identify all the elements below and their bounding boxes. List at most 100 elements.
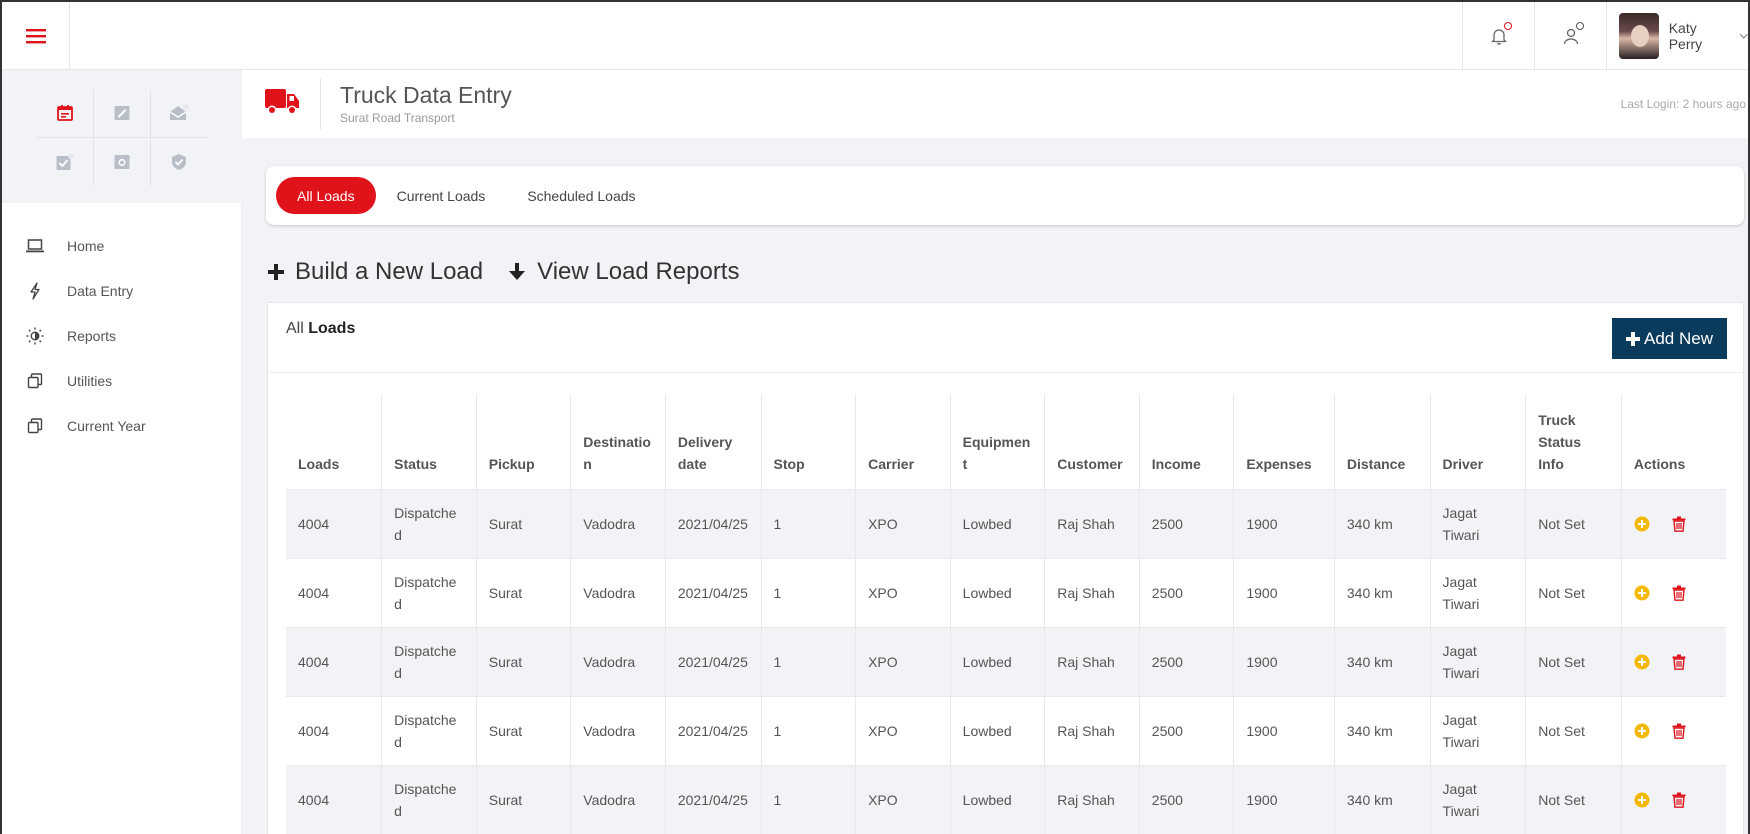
- truck-icon: [265, 89, 299, 115]
- table-row[interactable]: 4004 Dispatched Surat Vadodra 2021/04/25 1 XPO…: [286, 626, 1726, 696]
- tab-all-loads[interactable]: All Loads: [276, 177, 376, 214]
- table-cell: 2500: [1139, 764, 1235, 834]
- column-header[interactable]: Distance: [1334, 394, 1431, 489]
- sidebar-item-reports[interactable]: Reports: [2, 313, 241, 358]
- quick-checklist-button[interactable]: [37, 137, 94, 186]
- table-cell: 2500: [1139, 695, 1235, 765]
- tab-current-loads[interactable]: Current Loads: [376, 177, 507, 214]
- table-body: 4004 Dispatched Surat Vadodra 2021/04/25 1 XPO…: [286, 488, 1726, 834]
- table-cell: Lowbed: [950, 488, 1046, 558]
- table-cell: Vadodra: [570, 764, 666, 834]
- table-cell: 1: [761, 626, 857, 696]
- sidebar-item-label: Utilities: [67, 372, 113, 389]
- table-cell: 340 km: [1334, 488, 1431, 558]
- column-header[interactable]: Status: [381, 394, 477, 489]
- table-cell: 2500: [1139, 626, 1235, 696]
- plus-icon: [268, 264, 284, 280]
- actions-cell: [1621, 695, 1726, 765]
- table-cell: Lowbed: [950, 764, 1046, 834]
- table-cell: Vadodra: [570, 626, 666, 696]
- trash-icon[interactable]: [1672, 792, 1686, 808]
- table-row[interactable]: 4004 Dispatched Surat Vadodra 2021/04/25 1 XPO…: [286, 557, 1726, 627]
- profile-menu[interactable]: Katy Perry: [1606, 2, 1748, 70]
- load-actions: Build a New Load View Load Reports: [267, 258, 763, 286]
- tab-scheduled-loads[interactable]: Scheduled Loads: [506, 177, 656, 214]
- loads-table: Loads Status Pickup Destination Delivery…: [286, 394, 1726, 834]
- build-load-link[interactable]: Build a New Load: [267, 258, 483, 286]
- trash-icon[interactable]: [1672, 516, 1686, 532]
- view-reports-link[interactable]: View Load Reports: [507, 258, 739, 286]
- column-header[interactable]: Equipment: [950, 394, 1046, 489]
- sidebar-item-current-year[interactable]: Current Year: [2, 403, 241, 448]
- table-cell: 340 km: [1334, 764, 1431, 834]
- table-cell: 1900: [1233, 557, 1335, 627]
- sidebar-item-home[interactable]: Home: [2, 223, 241, 268]
- column-header[interactable]: Delivery date: [665, 394, 762, 489]
- table-row[interactable]: 4004 Dispatched Surat Vadodra 2021/04/25 1 XPO…: [286, 488, 1726, 558]
- actions-cell: [1621, 557, 1726, 627]
- table-cell: Jagat Tiwari: [1430, 488, 1527, 558]
- quick-mail-button[interactable]: [150, 90, 208, 138]
- column-header[interactable]: Expenses: [1233, 394, 1335, 489]
- table-cell: Dispatched: [381, 557, 477, 627]
- column-header[interactable]: Driver: [1430, 394, 1527, 489]
- edit-row-icon[interactable]: [1634, 585, 1650, 601]
- table-cell: 1: [761, 488, 857, 558]
- table-cell: Not Set: [1525, 764, 1622, 834]
- table-cell: 2021/04/25: [665, 557, 762, 627]
- notifications-button[interactable]: [1462, 2, 1534, 70]
- column-header[interactable]: Loads: [286, 394, 383, 489]
- column-header[interactable]: Carrier: [855, 394, 951, 489]
- column-header[interactable]: Customer: [1044, 394, 1140, 489]
- table-cell: Not Set: [1525, 626, 1622, 696]
- table-cell: Surat: [476, 626, 572, 696]
- checklist-icon: [56, 152, 74, 170]
- panel-header: All Loads Add New: [268, 303, 1743, 373]
- table-cell: Raj Shah: [1044, 626, 1140, 696]
- trash-icon[interactable]: [1672, 723, 1686, 739]
- add-new-button[interactable]: Add New: [1612, 318, 1727, 359]
- edit-row-icon[interactable]: [1634, 654, 1650, 670]
- menu-toggle-button[interactable]: [2, 2, 70, 70]
- table-cell: 1: [761, 695, 857, 765]
- quick-camera-button[interactable]: [94, 137, 151, 186]
- camera-icon: [114, 154, 129, 169]
- user-status-button[interactable]: [1534, 2, 1606, 70]
- table-cell: 2021/04/25: [665, 488, 762, 558]
- sidebar-nav: Home Data Entry Reports Utilities Curren…: [2, 203, 241, 448]
- view-reports-label: View Load Reports: [537, 258, 740, 285]
- last-login: Last Login: 2 hours ago: [1620, 97, 1746, 111]
- table-cell: 1: [761, 557, 857, 627]
- user-icon: [1563, 28, 1578, 45]
- sidebar: Home Data Entry Reports Utilities Curren…: [2, 70, 242, 834]
- table-cell: Jagat Tiwari: [1430, 626, 1527, 696]
- table-cell: Vadodra: [570, 695, 666, 765]
- table-cell: Surat: [476, 695, 572, 765]
- table-cell: 4004: [286, 557, 383, 627]
- column-header[interactable]: Truck Status Info: [1525, 394, 1622, 489]
- quick-security-button[interactable]: [151, 138, 208, 186]
- column-header[interactable]: Destination: [570, 394, 666, 489]
- edit-row-icon[interactable]: [1634, 516, 1650, 532]
- trash-icon[interactable]: [1672, 585, 1686, 601]
- column-header[interactable]: Pickup: [476, 394, 572, 489]
- user-status-badge: [1576, 22, 1584, 30]
- actions-cell: [1621, 626, 1726, 696]
- sidebar-item-utilities[interactable]: Utilities: [2, 358, 241, 403]
- sidebar-item-data-entry[interactable]: Data Entry: [2, 268, 241, 313]
- quick-edit-button[interactable]: [93, 89, 151, 138]
- table-row[interactable]: 4004 Dispatched Surat Vadodra 2021/04/25 1 XPO…: [286, 695, 1726, 765]
- edit-row-icon[interactable]: [1634, 792, 1650, 808]
- column-header[interactable]: Stop: [761, 394, 857, 489]
- page-subtitle: Surat Road Transport: [340, 111, 455, 125]
- table-row[interactable]: 4004 Dispatched Surat Vadodra 2021/04/25 1 XPO…: [286, 764, 1726, 834]
- calendar-icon: [56, 105, 73, 121]
- edit-row-icon[interactable]: [1634, 723, 1650, 739]
- quick-calendar-button[interactable]: [36, 89, 94, 138]
- table-cell: Dispatched: [381, 488, 477, 558]
- quick-actions-grid: [2, 70, 242, 203]
- table-cell: 340 km: [1334, 695, 1431, 765]
- trash-icon[interactable]: [1672, 654, 1686, 670]
- table-cell: Raj Shah: [1044, 764, 1140, 834]
- column-header[interactable]: Income: [1139, 394, 1235, 489]
